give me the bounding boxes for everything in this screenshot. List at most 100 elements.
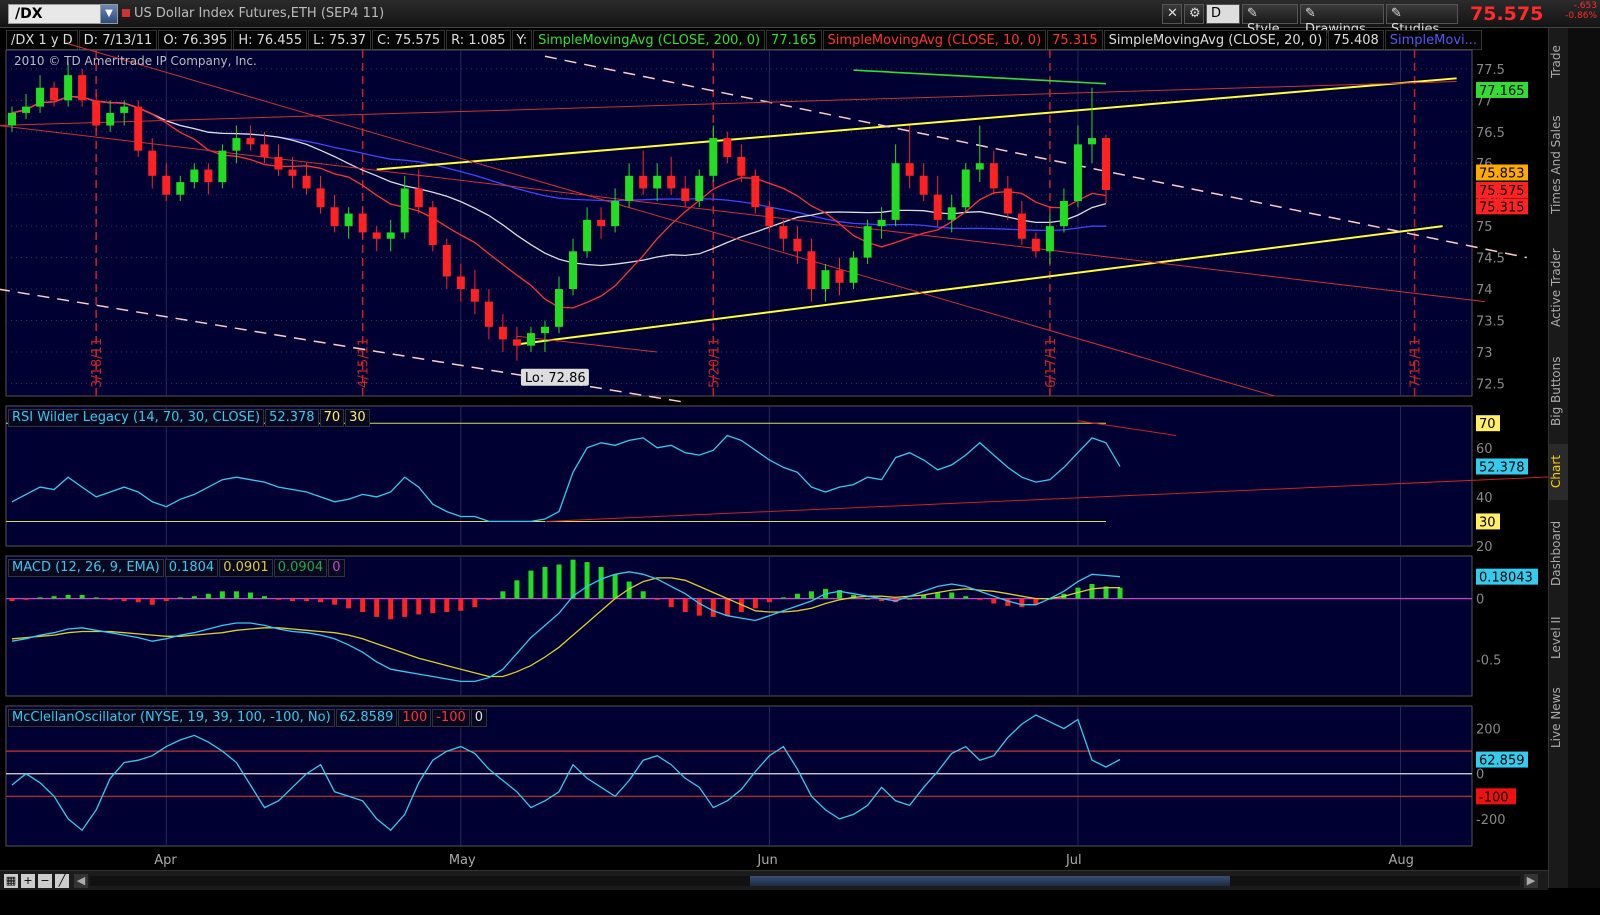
- macd-histogram-bar: [191, 596, 197, 599]
- candle-body: [597, 219, 606, 227]
- candle-body: [526, 333, 535, 346]
- macd-histogram-bar: [332, 598, 338, 605]
- candle-body: [120, 106, 129, 113]
- scroll-right-icon[interactable]: ▶: [1524, 874, 1538, 888]
- rsi-value-tag: 52.378: [1479, 460, 1525, 475]
- right-tab-bar: Trade Times And Sales Active Trader Big …: [1548, 28, 1569, 888]
- candle-body: [737, 156, 746, 176]
- candle-body: [22, 106, 31, 113]
- mcclellan-upper: 100: [398, 709, 432, 727]
- pane-background-1: [5, 405, 1473, 547]
- macd-histogram-bar: [65, 594, 71, 599]
- price-y-tick: 75: [1476, 220, 1493, 235]
- tab-active-trader[interactable]: Active Trader: [1549, 238, 1569, 338]
- macd-y-tick: -0.5: [1476, 653, 1501, 668]
- candle-body: [667, 175, 676, 189]
- candle-body: [793, 238, 802, 252]
- macd-y-tick: 0: [1476, 593, 1484, 608]
- candle-body: [498, 326, 507, 340]
- candle-body: [456, 276, 465, 290]
- candle-body: [821, 270, 830, 290]
- rsi-y-tick: 20: [1476, 540, 1493, 555]
- macd-histogram-bar: [261, 596, 267, 599]
- mcclellan-y-tick: 200: [1476, 723, 1501, 738]
- tab-chart[interactable]: Chart: [1549, 444, 1569, 500]
- macd-histogram-bar: [486, 598, 492, 600]
- tab-times-and-sales[interactable]: Times And Sales: [1549, 100, 1569, 230]
- mcclellan-value: 62.8589: [335, 709, 398, 727]
- rsi-level-label: 30: [1479, 515, 1496, 530]
- macd-histogram-bar: [472, 598, 478, 608]
- zoom-in-icon[interactable]: +: [21, 874, 35, 888]
- candle-body: [807, 251, 816, 290]
- price-label: 75.315: [1479, 200, 1525, 215]
- grid-icon[interactable]: ▦: [4, 874, 18, 888]
- macd-histogram-bar: [612, 574, 618, 599]
- candle-body: [1073, 144, 1082, 201]
- chart-area[interactable]: AprMayJunJulAug77.57776.57675.57574.5747…: [0, 0, 1548, 870]
- candle-body: [639, 175, 648, 189]
- scrollbar-thumb[interactable]: [750, 876, 1230, 886]
- date-marker-label: 7/15/11: [1409, 338, 1424, 388]
- macd-histogram-bar: [79, 594, 85, 599]
- mcclellan-title[interactable]: McClellanOscillator (NYSE, 19, 39, 100, …: [8, 709, 335, 727]
- candle-body: [625, 175, 634, 201]
- macd-histogram-bar: [205, 593, 211, 599]
- candle-body: [106, 112, 115, 126]
- candle-body: [877, 219, 886, 227]
- mcclellan-zero: 0: [470, 709, 488, 727]
- rsi-upper-level: 70: [319, 409, 345, 427]
- macd-histogram-bar: [766, 598, 772, 603]
- macd-histogram-bar: [219, 591, 225, 599]
- x-tick-label: Jun: [756, 853, 777, 868]
- rsi-level-label: 70: [1479, 417, 1496, 432]
- macd-histogram-bar: [1117, 587, 1123, 599]
- candle-body: [681, 188, 690, 201]
- macd-histogram-bar: [1005, 598, 1011, 606]
- macd-histogram-bar: [542, 566, 548, 599]
- macd-histogram-bar: [163, 598, 169, 602]
- zoom-out-icon[interactable]: −: [38, 874, 52, 888]
- x-axis-strip: [6, 848, 1472, 868]
- macd-histogram-bar: [977, 598, 983, 600]
- macd-histogram-bar: [808, 591, 814, 599]
- macd-histogram-bar: [318, 598, 324, 603]
- macd-histogram-bar: [149, 598, 155, 605]
- candle-body: [695, 175, 704, 201]
- mcclellan-value-tag: 62.859: [1479, 754, 1525, 769]
- rsi-y-tick: 40: [1476, 491, 1493, 506]
- price-y-tick: 77.5: [1476, 63, 1505, 78]
- tab-live-news[interactable]: Live News: [1549, 678, 1569, 758]
- tab-dashboard[interactable]: Dashboard: [1549, 508, 1569, 598]
- tab-trade[interactable]: Trade: [1549, 32, 1569, 92]
- candle-body: [232, 138, 241, 151]
- candle-body: [204, 169, 213, 183]
- macd-histogram-bar: [570, 559, 576, 599]
- macd-zero-value: 0: [328, 559, 345, 577]
- candle-body: [358, 213, 367, 233]
- tab-big-buttons[interactable]: Big Buttons: [1549, 346, 1569, 436]
- macd-histogram-bar: [121, 598, 127, 602]
- candle-body: [919, 175, 928, 195]
- rsi-title[interactable]: RSI Wilder Legacy (14, 70, 30, CLOSE): [8, 409, 265, 427]
- date-marker-label: 5/20/11: [707, 338, 722, 388]
- macd-histogram-bar: [290, 598, 296, 602]
- candle-body: [569, 251, 578, 290]
- macd-title[interactable]: MACD (12, 26, 9, EMA): [8, 559, 164, 577]
- candle-body: [162, 175, 171, 195]
- price-y-tick: 74.5: [1476, 252, 1505, 267]
- macd-histogram-bar: [444, 598, 450, 612]
- price-label: 75.853: [1479, 166, 1525, 181]
- draw-icon[interactable]: ╱: [55, 874, 69, 888]
- tab-level-ii[interactable]: Level II: [1549, 608, 1569, 668]
- macd-histogram-bar: [682, 598, 688, 612]
- candle-body: [975, 163, 984, 170]
- macd-histogram-bar: [9, 598, 15, 602]
- candle-body: [316, 188, 325, 208]
- change-value: -.653: [1573, 1, 1597, 11]
- scroll-left-icon[interactable]: ◀: [74, 874, 88, 888]
- macd-histogram-bar: [247, 592, 253, 599]
- horizontal-scrollbar[interactable]: [90, 876, 1520, 886]
- macd-histogram-bar: [388, 598, 394, 620]
- macd-histogram-bar: [402, 598, 408, 617]
